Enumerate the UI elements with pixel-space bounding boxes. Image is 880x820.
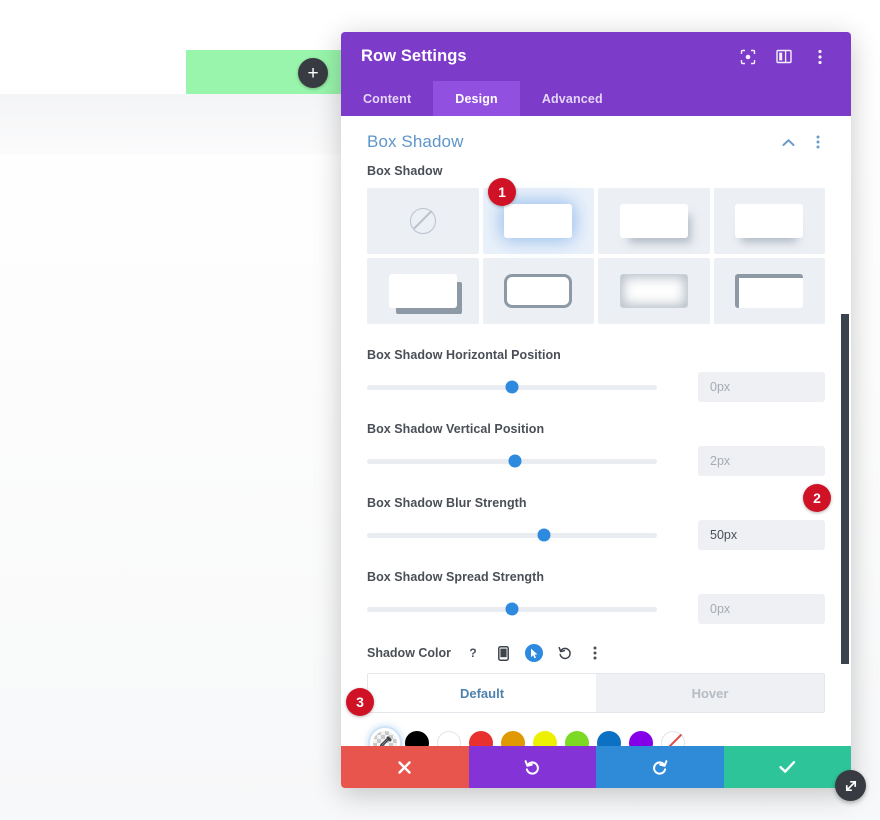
more-vertical-icon[interactable] <box>811 48 829 66</box>
chevron-up-icon[interactable] <box>781 135 795 149</box>
spread-strength-track[interactable] <box>367 602 657 616</box>
preset-outline[interactable] <box>482 258 594 324</box>
section-more-vertical-icon[interactable] <box>811 135 825 149</box>
panel-header-icons <box>739 48 835 66</box>
color-swatch-row <box>367 731 825 746</box>
spread-strength-knob[interactable] <box>505 602 519 616</box>
preset-hard-offset-preview <box>388 274 457 308</box>
tab-advanced[interactable]: Advanced <box>520 81 625 116</box>
slider-spread-strength: Box Shadow Spread Strength 0px <box>367 570 825 624</box>
settings-scroll-area: Box Shadow Box Shadow Box Shadow Horizon… <box>341 116 851 746</box>
tab-content[interactable]: Content <box>341 81 433 116</box>
horizontal-position-track[interactable] <box>367 380 657 394</box>
panel-title: Row Settings <box>361 47 467 65</box>
preset-soft-bottom-right[interactable] <box>598 188 710 254</box>
row-settings-panel: Row Settings Content Design Advanced Box… <box>341 32 851 788</box>
preset-corner[interactable] <box>713 258 825 324</box>
shadow-color-state-tabs: Default Hover <box>367 673 825 713</box>
shadow-color-more-vertical-icon[interactable] <box>587 645 603 661</box>
blur-strength-slider[interactable] <box>367 526 657 544</box>
swatch-white[interactable] <box>437 731 461 746</box>
swatch-yellow[interactable] <box>533 731 557 746</box>
panel-footer <box>341 746 851 788</box>
swatch-red[interactable] <box>469 731 493 746</box>
blur-strength-track[interactable] <box>367 528 657 542</box>
spread-strength-value[interactable]: 0px <box>698 594 825 624</box>
blur-strength-knob[interactable] <box>537 528 551 542</box>
swatch-green[interactable] <box>565 731 589 746</box>
preset-soft-bottom[interactable] <box>713 188 825 254</box>
preset-hard-offset[interactable] <box>367 258 479 324</box>
mobile-device-icon[interactable] <box>495 645 511 661</box>
swatch-orange[interactable] <box>501 731 525 746</box>
vertical-position-label: Box Shadow Vertical Position <box>367 422 545 436</box>
section-title: Box Shadow <box>367 132 464 151</box>
panel-tabs: Content Design Advanced <box>341 81 851 116</box>
preset-corner-preview <box>735 274 804 308</box>
callout-badge-3: 3 <box>346 688 374 716</box>
focus-target-icon[interactable] <box>739 48 757 66</box>
spread-strength-slider[interactable] <box>367 600 657 618</box>
shadow-color-header: Shadow Color ? <box>367 644 825 662</box>
vertical-position-slider[interactable] <box>367 452 657 470</box>
cancel-button[interactable] <box>341 746 469 788</box>
preset-glow-preview <box>504 204 573 238</box>
undo-button[interactable] <box>468 746 596 788</box>
no-shadow-icon <box>409 208 436 234</box>
reset-icon[interactable] <box>557 645 573 661</box>
tab-design[interactable]: Design <box>433 81 520 116</box>
hover-cursor-icon[interactable] <box>525 644 544 662</box>
panel-body: Box Shadow Box Shadow Box Shadow Horizon… <box>341 116 851 746</box>
preset-soft-b-preview <box>735 204 804 238</box>
horizontal-position-value[interactable]: 0px <box>698 372 825 402</box>
vertical-position-track[interactable] <box>367 454 657 468</box>
box-shadow-section-header: Box Shadow <box>367 116 825 164</box>
box-shadow-field-label: Box Shadow <box>367 164 443 178</box>
shadow-color-label: Shadow Color <box>367 646 452 660</box>
preset-none[interactable] <box>367 188 479 254</box>
panel-scrollbar[interactable] <box>841 314 849 664</box>
slider-horizontal-position: Box Shadow Horizontal Position 0px <box>367 348 825 402</box>
section-tools <box>781 135 825 149</box>
swatch-black[interactable] <box>405 731 429 746</box>
box-shadow-preset-grid <box>367 188 825 324</box>
add-row-button[interactable]: + <box>298 58 328 88</box>
preset-inset-preview <box>619 274 688 308</box>
callout-badge-1: 1 <box>488 178 516 206</box>
horizontal-position-slider[interactable] <box>367 378 657 396</box>
tab-hover-state[interactable]: Hover <box>596 674 824 712</box>
slider-blur-strength: Box Shadow Blur Strength 50px <box>367 496 825 550</box>
callout-badge-2: 2 <box>803 484 831 512</box>
vertical-position-knob[interactable] <box>508 454 522 468</box>
redo-button[interactable] <box>596 746 724 788</box>
svg-text:?: ? <box>469 646 476 660</box>
blur-strength-value[interactable]: 50px <box>698 520 825 550</box>
vertical-position-value[interactable]: 2px <box>698 446 825 476</box>
preset-soft-br-preview <box>619 204 688 238</box>
panel-resize-handle[interactable] <box>835 770 866 801</box>
panel-header: Row Settings <box>341 32 851 81</box>
preset-outline-preview <box>504 274 573 308</box>
layout-columns-icon[interactable] <box>775 48 793 66</box>
preset-inset[interactable] <box>598 258 710 324</box>
save-button[interactable] <box>723 746 851 788</box>
horizontal-position-knob[interactable] <box>505 380 519 394</box>
shadow-color-icons: ? <box>465 644 603 662</box>
blur-strength-label: Box Shadow Blur Strength <box>367 496 527 510</box>
swatch-transparent[interactable] <box>661 731 685 746</box>
spread-strength-label: Box Shadow Spread Strength <box>367 570 545 584</box>
eyedropper-swatch[interactable] <box>373 731 397 746</box>
swatch-purple[interactable] <box>629 731 653 746</box>
help-icon[interactable]: ? <box>465 645 481 661</box>
slider-vertical-position: Box Shadow Vertical Position 2px <box>367 422 825 476</box>
horizontal-position-label: Box Shadow Horizontal Position <box>367 348 561 362</box>
swatch-blue[interactable] <box>597 731 621 746</box>
tab-default-state[interactable]: Default <box>368 674 596 712</box>
